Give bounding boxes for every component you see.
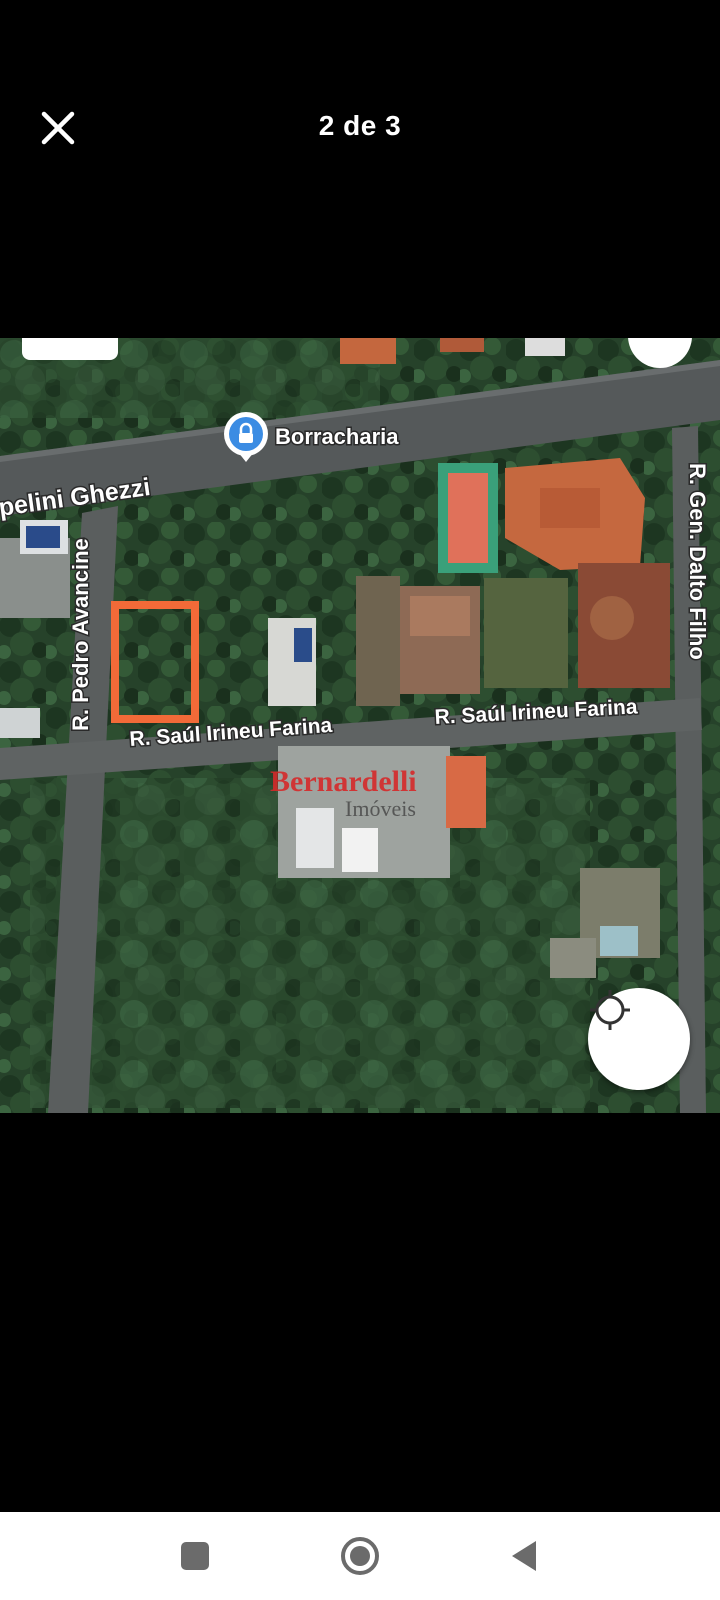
viewer-header: 2 de 3 — [0, 0, 720, 330]
back-button[interactable] — [503, 1534, 547, 1578]
home-button[interactable] — [338, 1534, 382, 1578]
square-recents-icon — [181, 1542, 209, 1570]
street-label-pedro-avancine: R. Pedro Avancine — [68, 538, 93, 731]
system-nav-bar — [0, 1512, 720, 1600]
watermark-brand: Bernardelli — [270, 765, 417, 798]
image-counter: 2 de 3 — [318, 110, 402, 141]
triangle-back-icon — [512, 1541, 536, 1571]
satellite-map-image[interactable]: Borracharia pelini Ghezzi R. Pedro Avanc… — [0, 338, 720, 1113]
recents-button[interactable] — [173, 1534, 217, 1578]
circle-home-icon — [341, 1537, 379, 1575]
locate-button[interactable] — [588, 988, 690, 1090]
lock-pin-icon — [239, 433, 253, 443]
poi-label: Borracharia — [275, 424, 399, 449]
watermark-sub: Imóveis — [345, 796, 416, 821]
street-label-dalto-filho: R. Gen. Dalto Filho — [685, 463, 710, 660]
gps-locate-icon — [590, 990, 630, 1030]
